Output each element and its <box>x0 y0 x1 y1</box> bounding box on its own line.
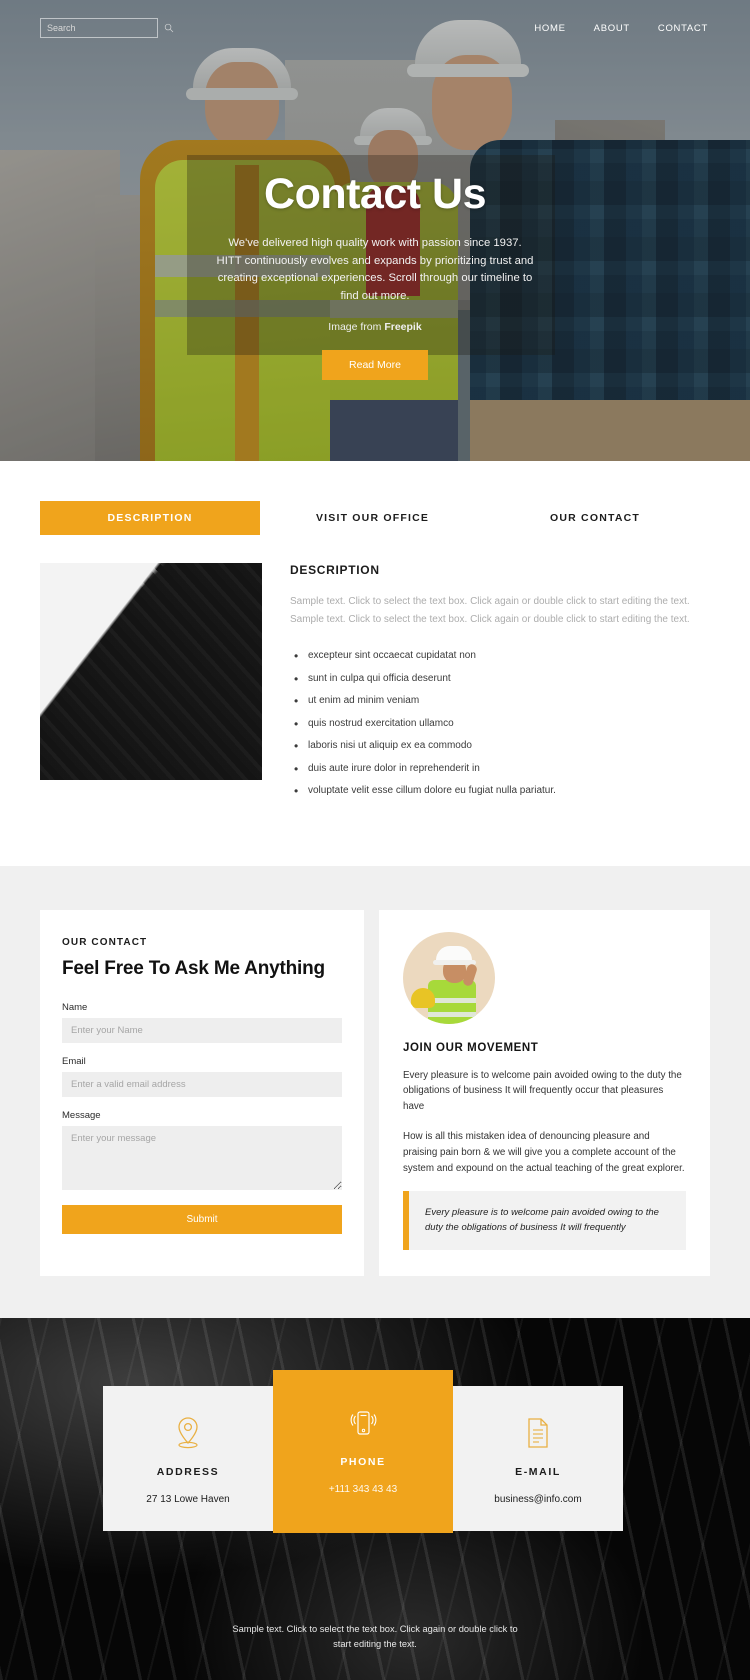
footer-note: Sample text. Click to select the text bo… <box>232 1624 518 1650</box>
tab-bar: DESCRIPTION VISIT OUR OFFICE OUR CONTACT <box>40 501 710 535</box>
description-content: DESCRIPTION Sample text. Click to select… <box>40 563 710 806</box>
name-field-label: Name <box>62 1001 88 1013</box>
avatar-vest-strip <box>428 1011 476 1017</box>
description-bullet-list: excepteur sint occaecat cupidatat non su… <box>290 647 710 800</box>
email-field-label: Email <box>62 1055 86 1067</box>
map-pin-icon <box>113 1414 263 1452</box>
architecture-photo <box>40 563 262 780</box>
search-box[interactable] <box>40 18 174 38</box>
contact-section: OUR CONTACT Feel Free To Ask Me Anything… <box>0 865 750 1318</box>
contact-form-eyebrow: OUR CONTACT <box>62 936 148 948</box>
image-credit: Image from Freepik <box>0 321 750 333</box>
hero-description: We've delivered high quality work with p… <box>216 237 534 302</box>
photo-sky-area <box>40 563 262 780</box>
footer-section: ADDRESS 27 13 Lowe Haven PHONE +111 343 … <box>0 1318 750 1680</box>
message-field[interactable] <box>62 1125 342 1190</box>
footer-card-title: E-MAIL <box>515 1466 561 1478</box>
footer-card-title: PHONE <box>340 1456 386 1468</box>
footer-card-email[interactable]: E-MAIL business@info.com <box>453 1386 623 1531</box>
list-item: quis nostrud exercitation ullamco <box>290 715 710 733</box>
contact-form-title: Feel Free To Ask Me Anything <box>62 957 325 979</box>
list-item: excepteur sint occaecat cupidatat non <box>290 647 710 665</box>
list-item: duis aute irure dolor in reprehenderit i… <box>290 760 710 778</box>
join-paragraph-1: Every pleasure is to welcome pain avoide… <box>403 1069 682 1113</box>
description-section: DESCRIPTION VISIT OUR OFFICE OUR CONTACT… <box>0 461 750 866</box>
join-quote: Every pleasure is to welcome pain avoide… <box>403 1190 686 1250</box>
nav-item-contact[interactable]: CONTACT <box>658 23 708 34</box>
nav-item-about[interactable]: ABOUT <box>594 23 630 34</box>
page-title: Contact Us <box>264 170 486 218</box>
join-paragraph-2: How is all this mistaken idea of denounc… <box>403 1131 685 1174</box>
footer-contact-cards: ADDRESS 27 13 Lowe Haven PHONE +111 343 … <box>103 1370 647 1533</box>
hero-section: HOME ABOUT CONTACT Contact Us We've deli… <box>0 0 750 461</box>
read-more-button[interactable]: Read More <box>322 350 428 381</box>
mobile-phone-icon <box>283 1404 443 1442</box>
document-icon <box>463 1414 613 1452</box>
footer-card-address[interactable]: ADDRESS 27 13 Lowe Haven <box>103 1386 273 1531</box>
list-item: laboris nisi ut aliquip ex ea commodo <box>290 737 710 755</box>
list-item: ut enim ad minim veniam <box>290 692 710 710</box>
avatar <box>403 931 495 1024</box>
footer-card-value: business@info.com <box>494 1494 582 1505</box>
image-credit-source: Freepik <box>384 321 422 334</box>
footer-card-value: +111 343 43 43 <box>328 1484 398 1495</box>
join-heading: JOIN OUR MOVEMENT <box>403 1041 539 1054</box>
tab-our-contact[interactable]: OUR CONTACT <box>485 501 705 535</box>
join-movement-card: JOIN OUR MOVEMENT Every pleasure is to w… <box>379 909 710 1276</box>
contact-form-card: OUR CONTACT Feel Free To Ask Me Anything… <box>40 909 364 1276</box>
image-credit-prefix: Image from <box>328 321 385 334</box>
tab-description[interactable]: DESCRIPTION <box>40 501 260 535</box>
tab-visit-our-office[interactable]: VISIT OUR OFFICE <box>260 501 485 535</box>
top-navigation-bar: HOME ABOUT CONTACT <box>0 0 750 56</box>
name-field[interactable] <box>62 1017 342 1043</box>
join-quote-text: Every pleasure is to welcome pain avoide… <box>425 1206 659 1234</box>
email-field[interactable] <box>62 1071 342 1097</box>
avatar-vest-strip <box>428 997 476 1003</box>
avatar-held-helmet <box>411 987 435 1008</box>
list-item: voluptate velit esse cillum dolore eu fu… <box>290 782 710 800</box>
list-item: sunt in culpa qui officia deserunt <box>290 670 710 688</box>
main-nav: HOME ABOUT CONTACT <box>534 23 708 34</box>
footer-card-title: ADDRESS <box>156 1466 220 1478</box>
description-heading: DESCRIPTION <box>290 563 380 577</box>
submit-button[interactable]: Submit <box>62 1204 342 1234</box>
footer-card-phone[interactable]: PHONE +111 343 43 43 <box>273 1370 453 1533</box>
message-field-label: Message <box>62 1109 101 1121</box>
nav-item-home[interactable]: HOME <box>534 23 565 34</box>
search-input[interactable] <box>47 23 164 33</box>
description-paragraph: Sample text. Click to select the text bo… <box>290 596 690 625</box>
search-icon[interactable] <box>164 23 174 33</box>
footer-card-value: 27 13 Lowe Haven <box>146 1494 230 1505</box>
hero-content: Contact Us We've delivered high quality … <box>0 170 750 381</box>
